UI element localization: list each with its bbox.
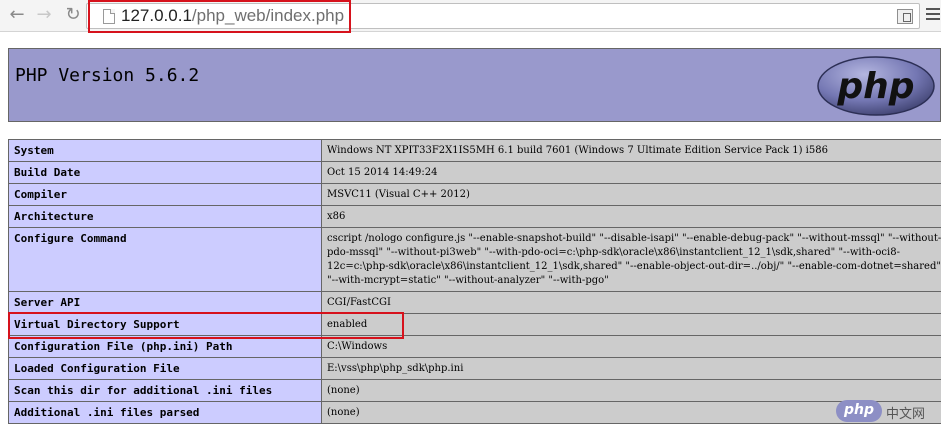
row-key: System [8, 139, 322, 162]
table-row: Compiler MSVC11 (Visual C++ 2012) [8, 183, 941, 206]
watermark-text: 中文网 [886, 407, 926, 422]
row-value: Oct 15 2014 14:49:24 [321, 161, 941, 184]
row-key: Server API [8, 291, 322, 314]
row-value: x86 [321, 205, 941, 228]
menu-icon[interactable] [926, 8, 940, 22]
table-row: Scan this dir for additional .ini files(… [8, 379, 941, 402]
row-value: E:\vss\php\php_sdk\php.ini [321, 357, 941, 380]
server-api-highlight-box [8, 312, 404, 339]
row-value: MSVC11 (Visual C++ 2012) [321, 183, 941, 206]
page-action-icon[interactable] [897, 9, 913, 24]
table-row: Build Date Oct 15 2014 14:49:24 [8, 161, 941, 184]
forward-arrow-icon[interactable]: → [33, 4, 55, 26]
table-row: Loaded Configuration File E:\vss\php\php_… [8, 357, 941, 380]
watermark-badge: php [836, 400, 882, 422]
table-row: Server API CGI/FastCGI [8, 291, 941, 314]
row-key: Architecture [8, 205, 322, 228]
row-value: CGI/FastCGI [321, 291, 941, 314]
row-key: Scan this dir for additional .ini files [8, 379, 322, 402]
php-logo: php [817, 56, 935, 116]
table-row: Additional .ini files parsed (none) [8, 401, 941, 424]
watermark-badge-text: php [843, 402, 874, 418]
phpinfo-header: PHP Version 5.6.2 php [8, 48, 941, 122]
php-logo-text: php [836, 66, 914, 107]
row-value: Windows NT XPIT33F2X1IS5MH 6.1 build 760… [321, 139, 941, 162]
row-value: C:\Windows [321, 335, 941, 358]
table-row: System Windows NT XPIT33F2X1IS5MH 6.1 bui… [8, 139, 941, 162]
table-row: Configure Command cscript /nologo configu… [8, 227, 941, 292]
url-highlight-box [88, 0, 351, 33]
row-key: Compiler [8, 183, 322, 206]
row-key: Loaded Configuration File [8, 357, 322, 380]
back-arrow-icon[interactable]: ← [6, 4, 28, 26]
watermark: php 中文网 [836, 400, 936, 422]
page-title: PHP Version 5.6.2 [15, 65, 200, 86]
row-key: Configure Command [8, 227, 322, 292]
row-key: Build Date [8, 161, 322, 184]
row-value: enabled [321, 313, 941, 336]
table-row: Architecture x86 [8, 205, 941, 228]
row-value: cscript /nologo configure.js "--enable-s… [321, 227, 941, 292]
row-value: (none) [321, 379, 941, 402]
reload-icon[interactable]: ↻ [62, 4, 84, 26]
row-key: Additional .ini files parsed [8, 401, 322, 424]
phpinfo-table: System Windows NT XPIT33F2X1IS5MH 6.1 bui… [8, 139, 941, 424]
